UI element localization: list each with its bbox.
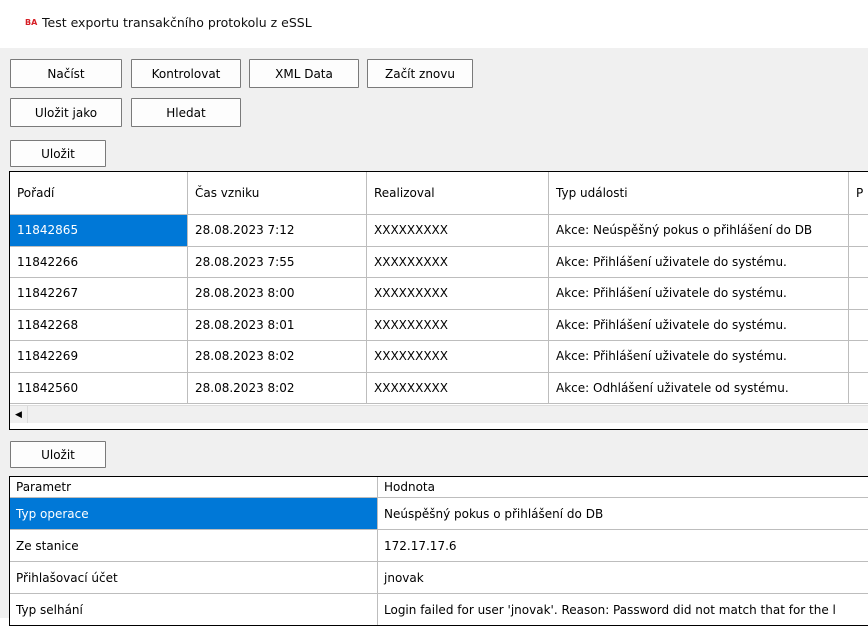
table-cell[interactable]: XXXXXXXXX — [367, 372, 549, 404]
table-cell[interactable]: XXXXXXXXX — [367, 278, 549, 310]
table-cell[interactable] — [849, 247, 868, 278]
value-cell[interactable]: Neúspěšný pokus o přihlášení do DB — [378, 498, 868, 530]
details-row[interactable]: Typ selhání Login failed for user 'jnovak… — [10, 594, 868, 625]
table-row[interactable]: 11842266 28.08.2023 7:55 XXXXXXXXX Akce: Př… — [10, 246, 868, 278]
save-as-button[interactable]: Uložit jako — [10, 98, 122, 127]
table-row[interactable]: 11842267 28.08.2023 8:00 XXXXXXXXX Akce: Př… — [10, 278, 868, 310]
app-icon: BA — [25, 18, 38, 27]
events-table: Pořadí Čas vzniku Realizoval Typ událost… — [9, 171, 868, 430]
table-cell[interactable]: 11842560 — [10, 372, 188, 404]
details-table: Parametr Hodnota Typ operace Neúspěšný po… — [9, 476, 868, 626]
search-button[interactable]: Hledat — [131, 98, 241, 127]
load-button[interactable]: Načíst — [10, 59, 122, 88]
table-cell[interactable] — [849, 215, 868, 247]
details-row[interactable]: Přihlašovací účet jnovak — [10, 562, 868, 594]
details-row[interactable]: Ze stanice 172.17.17.6 — [10, 530, 868, 562]
table-cell[interactable] — [849, 278, 868, 310]
check-button[interactable]: Kontrolovat — [131, 59, 241, 88]
value-cell[interactable]: jnovak — [378, 562, 868, 594]
xml-data-button[interactable]: XML Data — [249, 59, 359, 88]
column-header[interactable]: Parametr — [10, 477, 378, 498]
table-cell[interactable] — [849, 341, 868, 373]
table-row[interactable]: 11842560 28.08.2023 8:02 XXXXXXXXX Akce: Od… — [10, 372, 868, 404]
table-cell[interactable]: 28.08.2023 7:55 — [188, 246, 367, 278]
window-title: Test exportu transakčního protokolu z eS… — [42, 15, 312, 30]
value-cell[interactable]: 172.17.17.6 — [378, 530, 868, 562]
client-area: Načíst Kontrolovat XML Data Začít znovu … — [0, 48, 868, 626]
details-row[interactable]: Typ operace Neúspěšný pokus o přihlášení … — [10, 498, 868, 530]
table-cell[interactable]: 11842267 — [10, 278, 188, 310]
parameter-cell[interactable]: Ze stanice — [10, 530, 378, 562]
table-cell[interactable]: Akce: Odhlášení uživatele od systému. — [549, 372, 849, 404]
table-cell[interactable]: XXXXXXXXX — [367, 246, 549, 278]
column-header[interactable]: P — [849, 172, 868, 215]
table-cell[interactable]: 28.08.2023 8:02 — [188, 372, 367, 404]
table-cell[interactable]: Akce: Přihlášení uživatele do systému. — [549, 341, 849, 373]
column-header[interactable]: Realizoval — [367, 172, 549, 215]
parameter-cell[interactable]: Přihlašovací účet — [10, 562, 378, 594]
parameter-cell[interactable]: Typ selhání — [10, 594, 378, 625]
events-save-button[interactable]: Uložit — [10, 140, 106, 167]
table-cell[interactable]: 28.08.2023 7:12 — [188, 215, 367, 247]
table-cell[interactable]: XXXXXXXXX — [367, 215, 549, 247]
table-cell[interactable] — [849, 310, 868, 341]
table-cell[interactable]: XXXXXXXXX — [367, 309, 549, 341]
table-cell[interactable]: 28.08.2023 8:00 — [188, 278, 367, 310]
horizontal-scrollbar[interactable]: ◀ — [10, 405, 868, 423]
column-header[interactable]: Typ události — [549, 172, 849, 215]
table-cell[interactable] — [849, 373, 868, 404]
events-header-row: Pořadí Čas vzniku Realizoval Typ událost… — [10, 172, 868, 215]
table-row[interactable]: 11842865 28.08.2023 7:12 XXXXXXXXX Akce: Ne… — [10, 215, 868, 247]
details-header-row: Parametr Hodnota — [10, 477, 868, 498]
table-cell[interactable]: 11842865 — [10, 215, 188, 247]
arrow-left-icon[interactable]: ◀ — [10, 406, 28, 423]
restart-button[interactable]: Začít znovu — [367, 59, 473, 88]
column-header[interactable]: Hodnota — [378, 477, 868, 498]
table-cell[interactable]: 11842266 — [10, 246, 188, 278]
table-cell[interactable]: Akce: Přihlášení uživatele do systému. — [549, 278, 849, 310]
table-cell[interactable]: Akce: Neúspěšný pokus o přihlášení do DB — [549, 215, 849, 247]
title-bar: BA Test exportu transakčního protokolu z… — [0, 0, 868, 48]
column-header[interactable]: Čas vzniku — [188, 172, 367, 215]
table-cell[interactable]: 11842268 — [10, 309, 188, 341]
parameter-cell[interactable]: Typ operace — [10, 498, 378, 530]
table-cell[interactable]: 28.08.2023 8:02 — [188, 341, 367, 373]
column-header[interactable]: Pořadí — [10, 172, 188, 215]
table-cell[interactable]: 28.08.2023 8:01 — [188, 309, 367, 341]
value-cell[interactable]: Login failed for user 'jnovak'. Reason: … — [378, 594, 868, 625]
table-cell[interactable]: Akce: Přihlášení uživatele do systému. — [549, 246, 849, 278]
table-cell[interactable]: Akce: Přihlášení uživatele do systému. — [549, 309, 849, 341]
table-row[interactable]: 11842268 28.08.2023 8:01 XXXXXXXXX Akce: Př… — [10, 309, 868, 341]
details-save-button[interactable]: Uložit — [10, 441, 106, 468]
table-row[interactable]: 11842269 28.08.2023 8:02 XXXXXXXXX Akce: Př… — [10, 341, 868, 373]
table-cell[interactable]: XXXXXXXXX — [367, 341, 549, 373]
table-cell[interactable]: 11842269 — [10, 341, 188, 373]
